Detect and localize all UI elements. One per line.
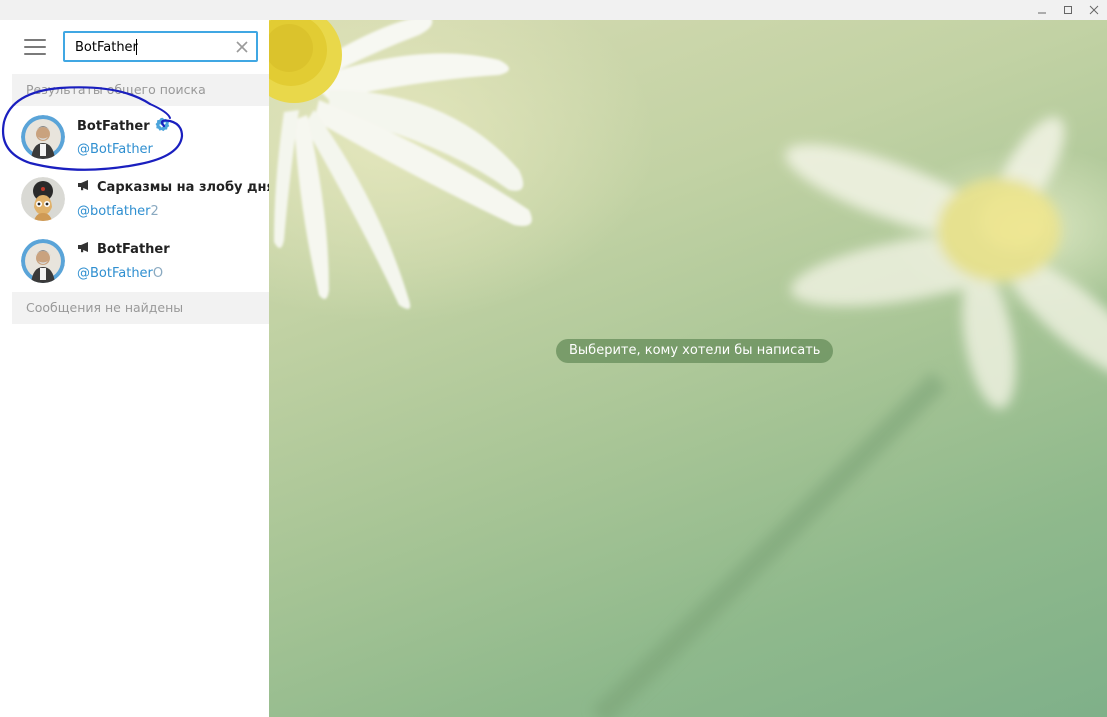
result-title-text: BotFather — [77, 119, 150, 134]
wallpaper-image — [269, 20, 1107, 717]
hamburger-icon-line — [24, 46, 46, 48]
global-results-header: Результаты общего поиска — [12, 74, 269, 106]
result-title-text: Сарказмы на злобу дня — [97, 179, 275, 195]
avatar — [21, 115, 65, 159]
search-result-botfather-channel[interactable]: BotFather @BotFatherO — [12, 230, 269, 292]
chat-area: Выберите, кому хотели бы написать — [269, 20, 1107, 717]
result-username: @BotFatherO — [77, 266, 163, 281]
maximize-button[interactable] — [1055, 0, 1081, 20]
maximize-icon — [1064, 6, 1072, 14]
clear-search-button[interactable] — [234, 39, 250, 55]
search-result-channel[interactable]: Сарказмы на злобу дня @botfather2 — [12, 168, 275, 230]
result-username: @BotFather — [77, 142, 153, 157]
search-input[interactable] — [75, 37, 225, 57]
sidebar: Результаты общего поиска BotFather — [12, 20, 275, 717]
minimize-button[interactable] — [1029, 0, 1055, 20]
window-edge — [0, 20, 12, 717]
result-title-text: BotFather — [97, 241, 170, 257]
text-caret — [136, 39, 137, 55]
result-title: BotFather — [77, 241, 170, 257]
avatar — [21, 239, 65, 283]
username-suffix: O — [152, 266, 164, 281]
username-text: @BotFather — [77, 266, 153, 281]
no-messages-header: Сообщения не найдены — [12, 292, 269, 324]
close-button[interactable] — [1081, 0, 1107, 20]
channel-icon — [77, 179, 91, 195]
menu-button[interactable] — [24, 38, 46, 56]
search-result-botfather[interactable]: BotFather @BotFather — [12, 106, 269, 168]
select-chat-placeholder: Выберите, кому хотели бы написать — [556, 339, 834, 363]
minimize-icon — [1038, 12, 1046, 14]
title-bar — [0, 0, 1107, 20]
hamburger-icon-line — [24, 39, 46, 41]
username-text: @botfather — [77, 204, 151, 219]
window-controls — [1029, 0, 1107, 20]
username-text: @BotFather — [77, 142, 153, 157]
channel-icon — [77, 241, 91, 257]
close-icon — [1089, 5, 1099, 15]
hamburger-icon-line — [24, 53, 46, 55]
result-title: BotFather — [77, 117, 170, 136]
search-box — [63, 31, 258, 62]
avatar — [21, 177, 65, 221]
verified-badge-icon — [155, 117, 170, 136]
username-suffix: 2 — [150, 204, 159, 219]
result-username: @botfather2 — [77, 204, 159, 219]
close-icon — [236, 41, 248, 53]
result-title: Сарказмы на злобу дня — [77, 179, 275, 195]
